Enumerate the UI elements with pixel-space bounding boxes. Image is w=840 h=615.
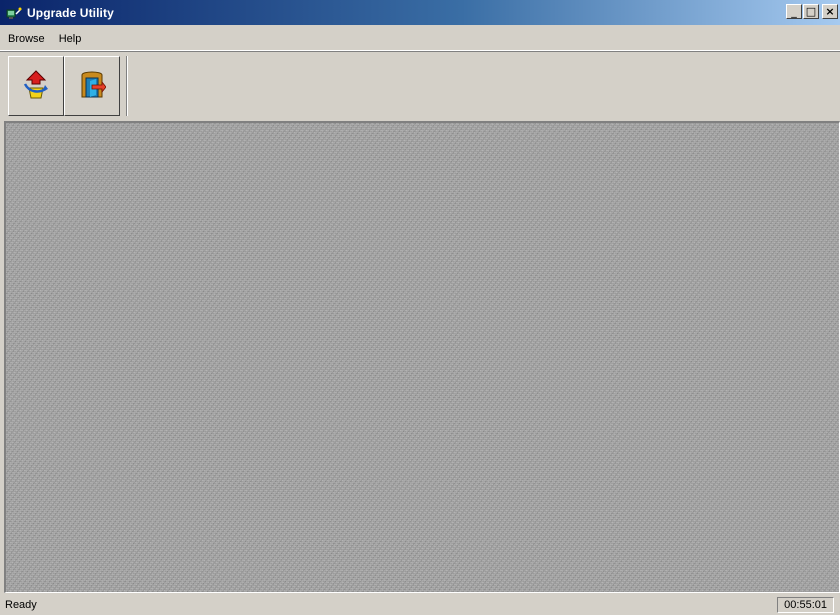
menu-bar: Browse Help	[0, 28, 840, 51]
menu-help[interactable]: Help	[53, 33, 88, 45]
toolbar-button-group	[8, 56, 127, 116]
close-button[interactable]: ×	[822, 4, 838, 19]
minimize-button[interactable]: _	[786, 4, 802, 19]
exit-door-icon	[78, 69, 107, 104]
maximize-button[interactable]: □	[803, 4, 819, 19]
network-icon	[6, 5, 22, 21]
title-bar[interactable]: Upgrade Utility _ □ ×	[0, 0, 840, 25]
menu-browse[interactable]: Browse	[2, 33, 51, 45]
window-title: Upgrade Utility	[27, 5, 114, 20]
status-clock: 00:55:01	[777, 597, 834, 613]
app-window: Upgrade Utility _ □ × Browse Help Ready …	[0, 0, 840, 615]
window-controls: _ □ ×	[786, 4, 838, 19]
upgrade-icon	[21, 68, 51, 105]
upgrade-button[interactable]	[8, 56, 64, 116]
exit-button[interactable]	[64, 56, 120, 116]
status-text: Ready	[5, 599, 37, 611]
toolbar	[0, 54, 840, 120]
main-client-area	[4, 121, 840, 593]
status-bar: Ready 00:55:01	[0, 595, 840, 615]
